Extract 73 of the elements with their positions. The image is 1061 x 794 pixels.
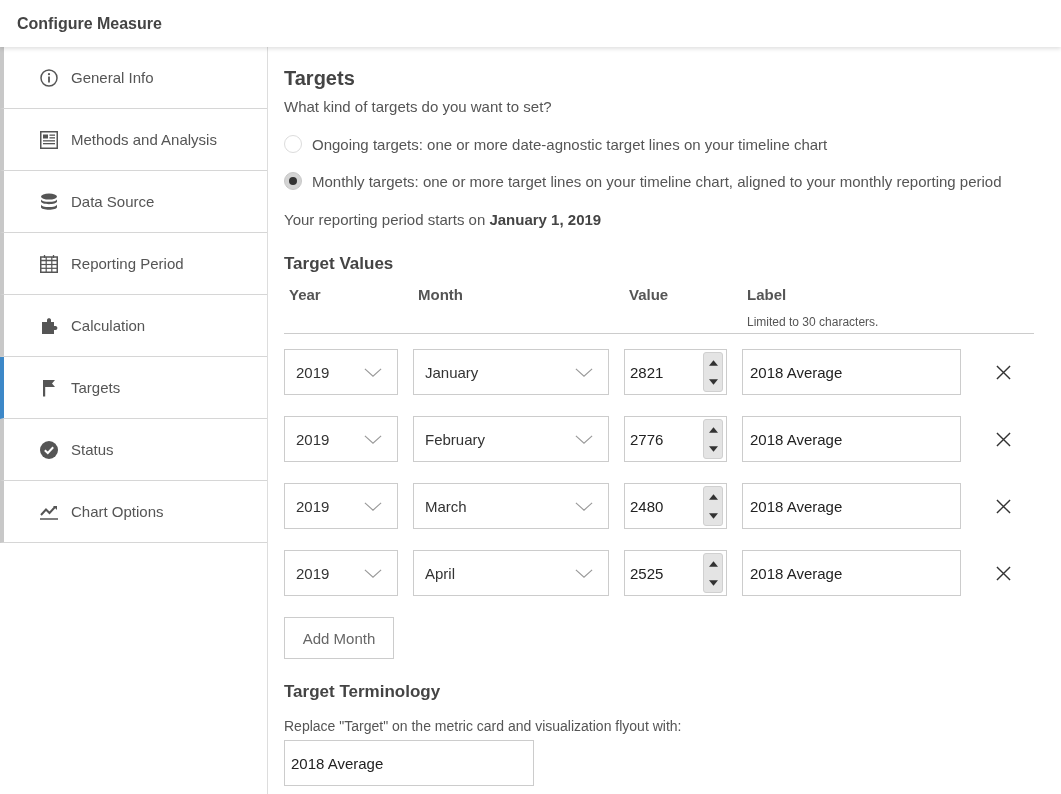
subsection-title: Target Terminology (284, 681, 442, 703)
database-icon (40, 192, 58, 211)
month-select[interactable]: April (413, 550, 609, 596)
year-select[interactable]: 2019 (284, 550, 398, 596)
caret-down-icon[interactable] (708, 579, 718, 586)
month-select[interactable]: March (413, 483, 609, 529)
label-input[interactable]: 2018 Average (742, 416, 961, 462)
caret-down-icon[interactable] (708, 512, 718, 519)
chevron-down-icon (364, 434, 382, 444)
sidebar-item[interactable]: Status (0, 419, 267, 481)
chevron-down-icon (364, 501, 382, 511)
check-circle-icon (40, 440, 58, 459)
flag-icon (40, 378, 58, 397)
spin-buttons[interactable] (703, 352, 723, 392)
sidebar-item[interactable]: General Info (0, 47, 267, 109)
add-month-button[interactable]: Add Month (284, 617, 394, 659)
sidebar-item[interactable]: Data Source (0, 171, 267, 233)
chevron-down-icon (575, 501, 593, 511)
document-icon (40, 130, 58, 149)
puzzle-piece-icon (40, 316, 58, 335)
caret-down-icon[interactable] (708, 445, 718, 452)
value-input[interactable]: 2525 (624, 550, 727, 596)
column-hint: Limited to 30 characters. (747, 314, 879, 330)
value-input[interactable]: 2480 (624, 483, 727, 529)
label-input[interactable]: 2018 Average (742, 550, 961, 596)
subsection-title: Target Values (284, 253, 395, 275)
spin-buttons[interactable] (703, 553, 723, 593)
value-input[interactable]: 2821 (624, 349, 727, 395)
month-select[interactable]: February (413, 416, 609, 462)
caret-down-icon[interactable] (708, 378, 718, 385)
month-select[interactable]: January (413, 349, 609, 395)
column-header: Label (747, 285, 787, 305)
radio-button[interactable] (284, 135, 302, 153)
caret-up-icon[interactable] (708, 426, 718, 433)
radio-button[interactable] (284, 172, 302, 190)
sidebar-item[interactable]: Methods and Analysis (0, 109, 267, 171)
chevron-down-icon (575, 367, 593, 377)
year-select[interactable]: 2019 (284, 349, 398, 395)
caret-up-icon[interactable] (708, 359, 718, 366)
section-title: Targets (284, 66, 355, 91)
value-input[interactable]: 2776 (624, 416, 727, 462)
question-text: What kind of targets do you want to set? (284, 97, 553, 117)
year-select[interactable]: 2019 (284, 483, 398, 529)
column-header: Month (418, 285, 463, 305)
close-icon[interactable] (995, 565, 1011, 581)
column-header: Value (629, 285, 669, 305)
terminology-input[interactable]: 2018 Average (284, 740, 534, 786)
chevron-down-icon (575, 434, 593, 444)
close-icon[interactable] (995, 498, 1011, 514)
radio-label[interactable]: Ongoing targets: one or more date-agnostic target lines on your timeline chart (312, 135, 828, 153)
column-header: Year (289, 285, 321, 305)
sidebar-item[interactable]: Chart Options (0, 481, 267, 543)
spin-buttons[interactable] (703, 486, 723, 526)
caret-up-icon[interactable] (708, 560, 718, 567)
field-label: Replace "Target" on the metric card and visualization flyout with: (284, 717, 683, 735)
calendar-icon (40, 254, 58, 273)
page-title: Configure Measure (17, 14, 162, 33)
chevron-down-icon (364, 367, 382, 377)
sidebar-item[interactable]: Targets (0, 357, 267, 419)
chevron-down-icon (575, 568, 593, 578)
close-icon[interactable] (995, 364, 1011, 380)
label-input[interactable]: 2018 Average (742, 483, 961, 529)
sidebar-item[interactable]: Calculation (0, 295, 267, 357)
reporting-period-text: Your reporting period starts on January 1, 2019 (284, 210, 603, 230)
caret-up-icon[interactable] (708, 493, 718, 500)
info-icon (40, 68, 58, 87)
close-icon[interactable] (995, 431, 1011, 447)
label-input[interactable]: 2018 Average (742, 349, 961, 395)
spin-buttons[interactable] (703, 419, 723, 459)
chevron-down-icon (364, 568, 382, 578)
radio-label[interactable]: Monthly targets: one or more target lines on your timeline chart, aligned to your monthly reporting period (312, 172, 1002, 190)
sidebar-item[interactable]: Reporting Period (0, 233, 267, 295)
year-select[interactable]: 2019 (284, 416, 398, 462)
